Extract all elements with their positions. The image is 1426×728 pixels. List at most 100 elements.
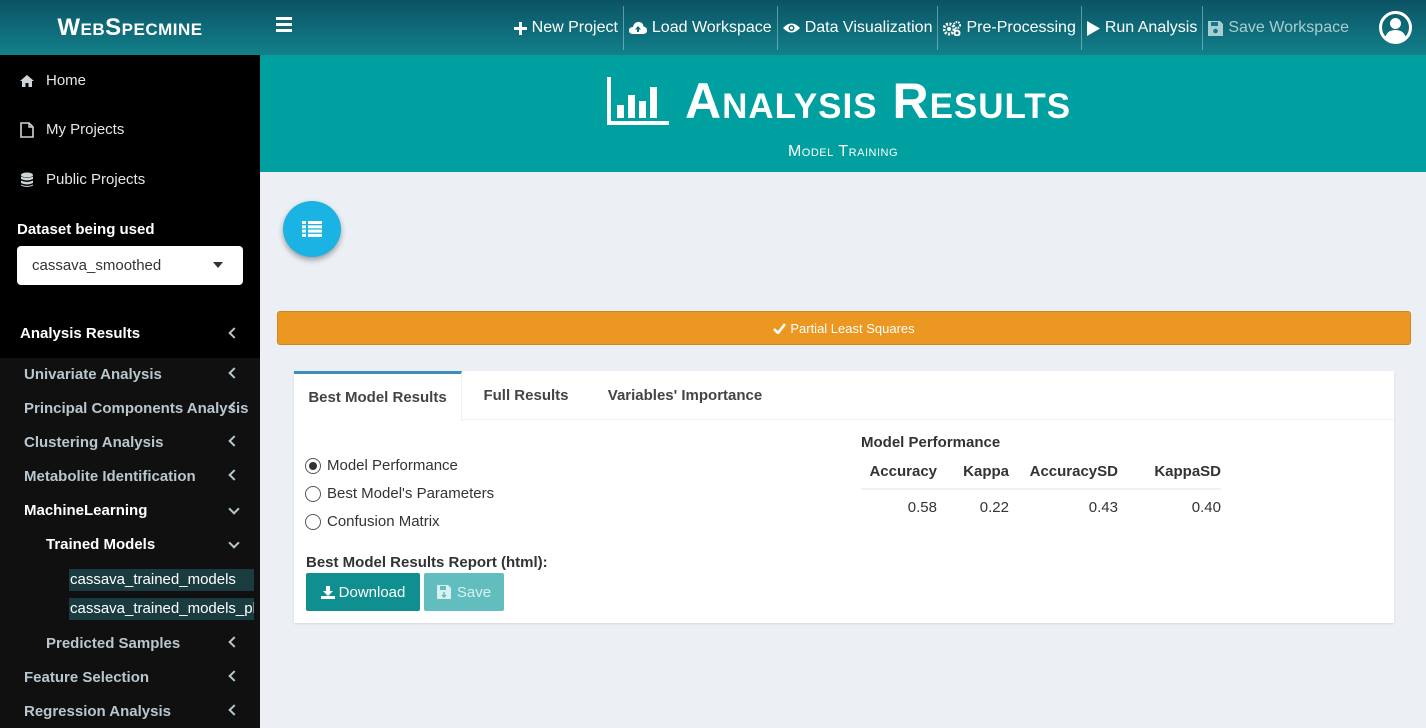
sidebar-item-feature-selection[interactable]: Feature Selection	[24, 669, 260, 686]
file-icon	[20, 121, 34, 138]
trained-model-item[interactable]: cassava_trained_models_pls	[69, 598, 254, 620]
performance-table: Accuracy Kappa AccuracySD KappaSD 0.58 0…	[861, 454, 1221, 525]
sidebar-item-metabolite[interactable]: Metabolite Identification	[24, 468, 260, 485]
sidebar-item-label: Clustering Analysis	[24, 434, 164, 451]
sidebar-item-trained-models[interactable]: Trained Models	[46, 536, 260, 553]
tab-variables-importance[interactable]: Variables' Importance	[590, 371, 780, 420]
analysis-submenu: Univariate Analysis Principal Components…	[0, 358, 260, 728]
table-cell: 0.22	[979, 499, 1009, 516]
new-project-button[interactable]: New Project	[509, 6, 623, 50]
plus-icon	[513, 21, 527, 35]
table-cell: 0.43	[1088, 499, 1118, 516]
table-cell: 0.40	[1191, 499, 1221, 516]
table-cell: 0.58	[907, 499, 937, 516]
table-row: 0.58 0.22 0.43 0.40	[861, 489, 1221, 525]
chevron-left-icon	[228, 367, 240, 379]
download-icon	[320, 585, 335, 599]
sidebar-item-predicted-samples[interactable]: Predicted Samples	[46, 635, 260, 652]
dataset-select-value: cassava_smoothed	[32, 257, 162, 274]
sidebar-item-clustering[interactable]: Clustering Analysis	[24, 434, 260, 451]
column-header: KappaSD	[1118, 454, 1221, 490]
sidebar-item-label: MachineLearning	[24, 502, 148, 519]
floppy-icon	[1208, 20, 1224, 36]
radio-model-performance[interactable]: Model Performance	[305, 457, 458, 474]
selected-model-bar[interactable]: Partial Least Squares	[277, 311, 1411, 345]
eye-icon	[782, 23, 800, 33]
check-icon	[773, 322, 787, 334]
sidebar-item-home[interactable]: Home	[20, 72, 86, 89]
top-nav: New Project Load Workspace Data Visualiz…	[509, 6, 1354, 50]
column-header: Kappa	[937, 454, 1009, 490]
report-label: Best Model Results Report (html):	[306, 554, 548, 571]
performance-title: Model Performance	[861, 434, 1001, 451]
home-icon	[20, 74, 34, 87]
run-analysis-button[interactable]: Run Analysis	[1080, 6, 1203, 50]
radio-label: Best Model's Parameters	[327, 485, 495, 502]
user-avatar-icon[interactable]	[1379, 11, 1412, 44]
download-button[interactable]: Download	[306, 573, 420, 611]
sidebar-item-regression[interactable]: Regression Analysis	[24, 703, 260, 720]
sidebar-item-pca[interactable]: Principal Components Analysis	[24, 400, 260, 417]
chevron-left-icon	[228, 327, 240, 339]
radio-button[interactable]	[305, 513, 321, 530]
dataset-label: Dataset being used	[17, 221, 155, 238]
radio-best-model-parameters[interactable]: Best Model's Parameters	[305, 485, 494, 502]
sidebar-section-label: Analysis Results	[20, 324, 141, 342]
sidebar-item-label: My Projects	[46, 121, 125, 138]
column-header: Accuracy	[861, 454, 937, 490]
dataset-select[interactable]: cassava_smoothed	[17, 246, 243, 285]
save-workspace-button[interactable]: Save Workspace	[1202, 6, 1354, 50]
tab-full-results[interactable]: Full Results	[462, 371, 590, 420]
results-panel: Best Model Results Full Results Variable…	[294, 371, 1394, 623]
sidebar-item-label: Principal Components Analysis	[24, 400, 249, 417]
page-title: Analysis Results	[685, 73, 1072, 129]
radio-label: Model Performance	[327, 457, 458, 474]
save-workspace-label: Save Workspace	[1228, 19, 1349, 36]
sidebar-item-label: Regression Analysis	[24, 703, 172, 720]
list-icon	[302, 221, 322, 237]
save-label: Save	[456, 583, 492, 601]
chevron-down-icon	[228, 537, 240, 549]
content-header: Analysis Results Model Training	[260, 55, 1426, 172]
chevron-left-icon	[228, 469, 240, 481]
save-icon	[436, 585, 451, 599]
sidebar-item-label: Predicted Samples	[46, 635, 181, 652]
sidebar-item-my-projects[interactable]: My Projects	[20, 121, 124, 138]
page-title-group: Analysis Results	[607, 72, 1071, 130]
table-header-row: Accuracy Kappa AccuracySD KappaSD	[861, 454, 1221, 490]
brand-logo[interactable]: WebSpecmine	[0, 0, 260, 55]
page-subtitle: Model Training	[787, 143, 899, 160]
sidebar-item-label: Public Projects	[46, 171, 146, 188]
new-project-label: New Project	[531, 19, 618, 36]
radio-label: Confusion Matrix	[327, 513, 440, 530]
load-workspace-label: Load Workspace	[651, 19, 772, 36]
tab-best-model-results[interactable]: Best Model Results	[294, 371, 462, 421]
top-navbar: WebSpecmine New Project Load Workspace D…	[0, 0, 1426, 55]
radio-button-checked[interactable]	[305, 457, 321, 474]
results-tabs: Best Model Results Full Results Variable…	[294, 371, 1394, 421]
radio-button[interactable]	[305, 485, 321, 502]
radio-confusion-matrix[interactable]: Confusion Matrix	[305, 513, 440, 530]
sidebar-item-machine-learning[interactable]: MachineLearning	[24, 502, 260, 519]
column-header: AccuracySD	[1009, 454, 1118, 490]
sidebar: Home My Projects Public Projects Dataset…	[0, 55, 260, 728]
chevron-left-icon	[228, 670, 240, 682]
cloud-upload-icon	[628, 22, 647, 34]
sidebar-item-label: Metabolite Identification	[24, 468, 196, 485]
trained-model-item[interactable]: cassava_trained_models	[69, 569, 254, 591]
chevron-left-icon	[228, 435, 240, 447]
cogs-icon	[943, 20, 962, 36]
pre-processing-button[interactable]: Pre-Processing	[937, 6, 1080, 50]
list-toggle-button[interactable]	[283, 201, 341, 257]
load-workspace-button[interactable]: Load Workspace	[622, 6, 777, 50]
sidebar-item-univariate[interactable]: Univariate Analysis	[24, 366, 260, 383]
download-label: Download	[338, 583, 406, 601]
save-button[interactable]: Save	[424, 573, 504, 611]
data-visualization-button[interactable]: Data Visualization	[776, 6, 938, 50]
sidebar-toggle-icon[interactable]	[276, 17, 292, 35]
chevron-left-icon	[228, 704, 240, 716]
sidebar-item-label: Trained Models	[46, 536, 156, 553]
sidebar-item-public-projects[interactable]: Public Projects	[20, 171, 145, 188]
sidebar-item-analysis-results[interactable]: Analysis Results	[0, 313, 260, 353]
play-icon	[1086, 20, 1100, 36]
